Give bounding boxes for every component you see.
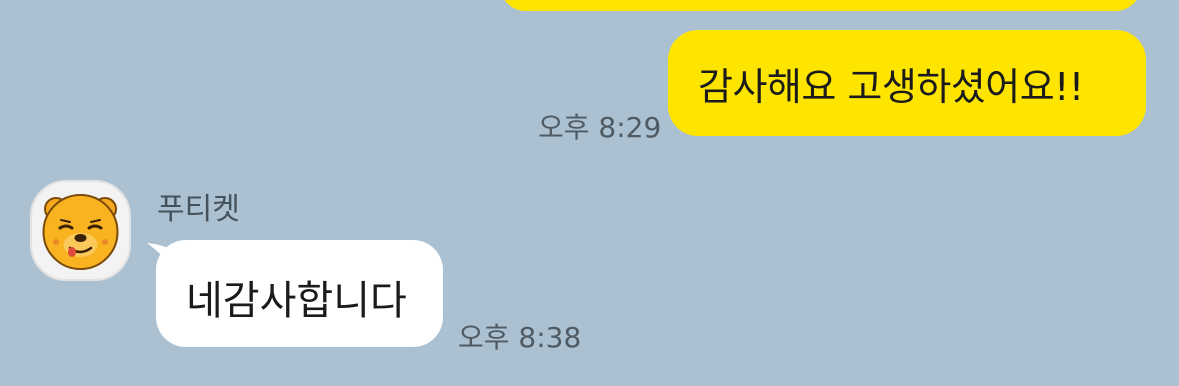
incoming-message-text: 네감사합니다 <box>186 278 407 324</box>
sender-avatar[interactable] <box>30 180 131 281</box>
incoming-message-time: 오후 8:38 <box>458 321 582 354</box>
outgoing-message-bubble[interactable]: 감사해요 고생하셨어요!! <box>668 30 1146 136</box>
incoming-message-bubble[interactable]: 네감사합니다 <box>156 240 443 347</box>
outgoing-message-text: 감사해요 고생하셨어요!! <box>698 65 1084 109</box>
outgoing-message-time: 오후 8:29 <box>538 111 662 144</box>
sender-name[interactable]: 푸티켓 <box>157 184 240 228</box>
previous-outgoing-message-bubble[interactable] <box>500 0 1141 11</box>
winnie-the-pooh-avatar-icon <box>42 194 119 270</box>
